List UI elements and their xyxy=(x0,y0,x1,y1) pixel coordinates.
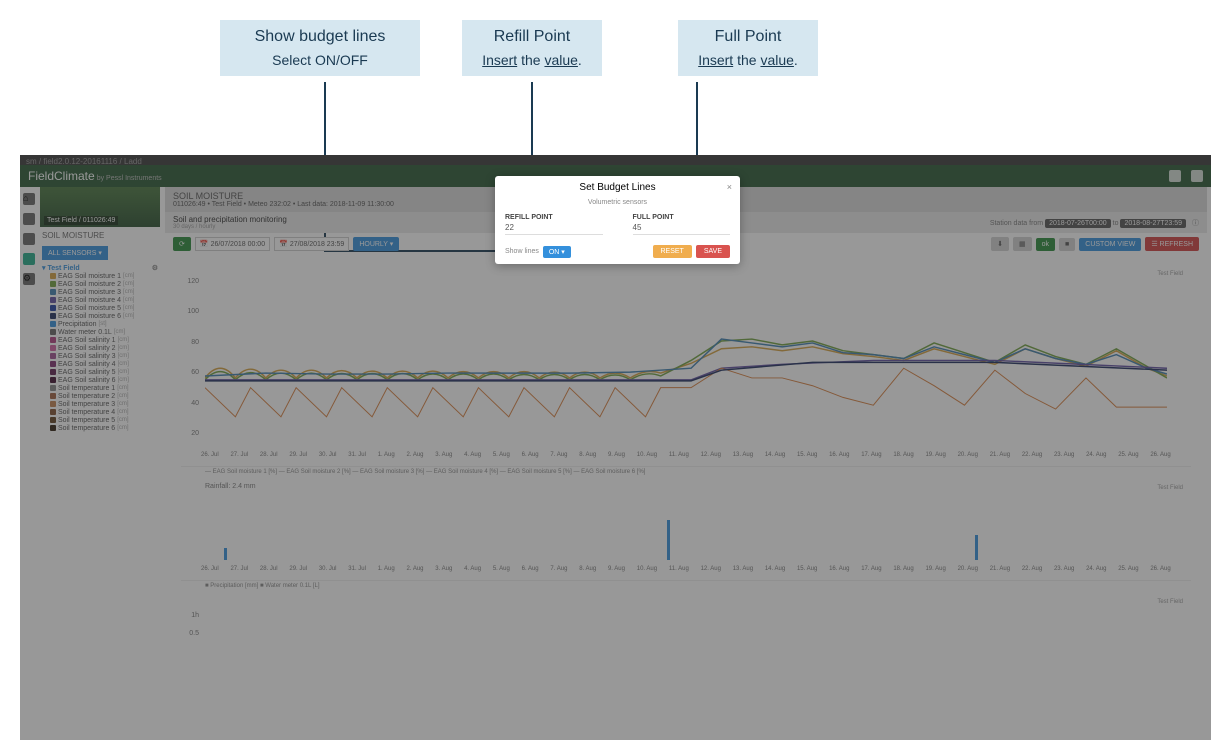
grid-button[interactable]: ▦ xyxy=(1013,237,1032,251)
tree-item[interactable]: Soil temperature 6 [cm] xyxy=(42,424,158,432)
user-icon[interactable] xyxy=(1169,170,1181,182)
tree-item[interactable]: EAG Soil salinity 2 [cm] xyxy=(42,344,158,352)
tree-item[interactable]: Soil temperature 4 [cm] xyxy=(42,408,158,416)
chart2-legend: ■ Precipitation [mm] ■ Water meter 0.1L … xyxy=(181,581,1191,591)
third-chart: Test Field 0.51h xyxy=(181,595,1191,675)
droplet-icon[interactable] xyxy=(23,253,35,265)
date-to-picker[interactable]: 📅 27/08/2018 23:59 xyxy=(274,237,349,251)
field-label: Test Field / 011026:49 xyxy=(44,216,118,225)
station-data-range: Station data from 2018-07-26T00:00 to 20… xyxy=(990,218,1199,228)
refresh-button[interactable]: ☰ REFRESH xyxy=(1145,237,1199,251)
tree-item[interactable]: EAG Soil salinity 6 [cm] xyxy=(42,376,158,384)
moisture-lines xyxy=(205,271,1167,446)
tree-item[interactable]: EAG Soil moisture 5 [cm] xyxy=(42,304,158,312)
browser-tab: sm / field2.0.12-20161116 / Ladd xyxy=(20,155,1211,165)
rain-bar xyxy=(975,535,978,560)
tree-item[interactable]: EAG Soil moisture 2 [cm] xyxy=(42,280,158,288)
rain-bar xyxy=(667,520,670,560)
chart-area: Test Field 20406080100120 26. Jul27. Jul… xyxy=(173,259,1199,683)
tree-item[interactable]: EAG Soil moisture 1 [cm] xyxy=(42,272,158,280)
tree-item[interactable]: EAG Soil moisture 3 [cm] xyxy=(42,288,158,296)
reset-button[interactable]: RESET xyxy=(653,245,692,258)
save-button[interactable]: SAVE xyxy=(696,245,730,258)
tree-item[interactable]: EAG Soil salinity 1 [cm] xyxy=(42,336,158,344)
gear-icon[interactable]: ⚙ xyxy=(23,273,35,285)
nav-sidebar: ⌂ ⚙ xyxy=(20,187,38,291)
tree-item[interactable]: Soil temperature 1 [cm] xyxy=(42,384,158,392)
tree-item[interactable]: Precipitation [st] xyxy=(42,320,158,328)
tree-item[interactable]: EAG Soil moisture 4 [cm] xyxy=(42,296,158,304)
date-from-picker[interactable]: 📅 26/07/2018 00:00 xyxy=(195,237,270,251)
home-icon[interactable]: ⌂ xyxy=(23,193,35,205)
tree-item[interactable]: EAG Soil salinity 5 [cm] xyxy=(42,368,158,376)
close-icon[interactable]: × xyxy=(727,182,732,192)
tree-item[interactable]: Soil temperature 3 [cm] xyxy=(42,400,158,408)
ok-button[interactable]: ok xyxy=(1036,238,1055,251)
modal-header: Set Budget Lines × xyxy=(495,176,740,199)
callout-refill-point: Refill Point Insert the value. xyxy=(462,20,602,76)
rain-bar xyxy=(224,548,227,560)
callout-full-point: Full Point Insert the value. xyxy=(678,20,818,76)
custom-view-button[interactable]: CUSTOM VIEW xyxy=(1079,238,1141,251)
rainfall-chart: Test Field Rainfall: 2.4 mm 26. Jul27. J… xyxy=(181,481,1191,581)
tree-item[interactable]: Soil temperature 5 [cm] xyxy=(42,416,158,424)
refill-input[interactable]: 22 xyxy=(505,221,603,235)
tree-item[interactable]: EAG Soil moisture 6 [cm] xyxy=(42,312,158,320)
hourly-dropdown[interactable]: HOURLY ▾ xyxy=(353,237,399,251)
reload-button[interactable]: ⟳ xyxy=(173,237,191,251)
left-panel: Test Field / 011026:49 SOIL MOISTURE ALL… xyxy=(40,187,160,434)
section-title: SOIL MOISTURE xyxy=(40,227,160,244)
list-icon[interactable] xyxy=(23,213,35,225)
app-logo: FieldClimateby Pessl Instruments xyxy=(28,169,162,183)
tree-item[interactable]: Water meter 0.1L [cm] xyxy=(42,328,158,336)
callout-budget-lines: Show budget lines Select ON/OFF xyxy=(220,20,420,76)
full-label: FULL POINT xyxy=(633,214,731,221)
budget-lines-modal: Set Budget Lines × Volumetric sensors RE… xyxy=(495,176,740,264)
show-lines-label: Show lines xyxy=(505,248,539,255)
chart1-legend: — EAG Soil moisture 1 [%] — EAG Soil moi… xyxy=(181,467,1191,477)
tree-item[interactable]: EAG Soil salinity 4 [cm] xyxy=(42,360,158,368)
show-lines-toggle[interactable]: ON ▾ xyxy=(543,246,571,258)
all-sensors-dropdown[interactable]: ALL SENSORS ▾ xyxy=(42,246,108,260)
download-button[interactable]: ⬇ xyxy=(991,237,1009,251)
tree-item[interactable]: Soil temperature 2 [cm] xyxy=(42,392,158,400)
tree-gear-icon[interactable]: ⚙ xyxy=(152,264,158,272)
tree-root[interactable]: ▾ Test Field⚙ xyxy=(42,264,158,272)
monitoring-title: Soil and precipitation monitoring xyxy=(173,215,287,224)
info-icon[interactable]: ⓘ xyxy=(1192,220,1199,227)
modal-subtitle: Volumetric sensors xyxy=(495,199,740,210)
globe-icon[interactable] xyxy=(1191,170,1203,182)
field-thumbnail[interactable]: Test Field / 011026:49 xyxy=(40,187,160,227)
refill-label: REFILL POINT xyxy=(505,214,603,221)
full-input[interactable]: 45 xyxy=(633,221,731,235)
chart-icon[interactable] xyxy=(23,233,35,245)
tree-item[interactable]: EAG Soil salinity 3 [cm] xyxy=(42,352,158,360)
moisture-chart: Test Field 20406080100120 26. Jul27. Jul… xyxy=(181,267,1191,467)
sensor-tree: ▾ Test Field⚙ EAG Soil moisture 1 [cm]EA… xyxy=(40,262,160,434)
other-button[interactable]: ■ xyxy=(1059,238,1075,251)
